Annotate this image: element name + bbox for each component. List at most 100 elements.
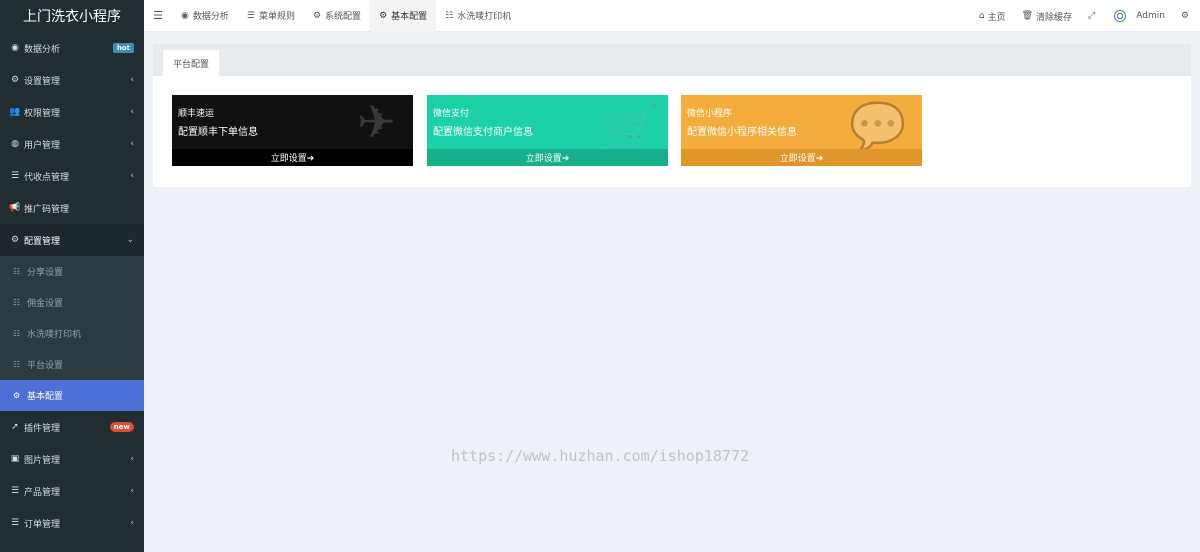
setup-now-button[interactable]: 立即设置➔ bbox=[681, 149, 922, 166]
sidebar-item-promo-codes[interactable]: 📢 推广码管理 bbox=[0, 192, 144, 224]
image-icon: ▣ bbox=[10, 454, 20, 464]
sidebar-item-label: 数据分析 bbox=[24, 44, 61, 55]
sidebar-item-label: 平台设置 bbox=[27, 361, 64, 371]
sidebar-item-label: 用户管理 bbox=[24, 140, 61, 151]
card-title: 微信小程序 bbox=[687, 109, 733, 119]
wechat-icon: 💬 bbox=[849, 99, 907, 153]
user-menu[interactable]: Admin bbox=[1106, 0, 1173, 32]
user-name: Admin bbox=[1136, 11, 1165, 21]
list-alt-icon: ☷ bbox=[445, 10, 454, 21]
tab-system-config[interactable]: ⚙ 系统配置 bbox=[304, 0, 370, 32]
chevron-down-icon: ⌄ bbox=[126, 235, 134, 245]
tab-data-analysis[interactable]: ◉ 数据分析 bbox=[172, 0, 238, 32]
cogs-icon: ⚙ bbox=[1180, 11, 1189, 21]
gear-icon: ⚙ bbox=[13, 391, 21, 400]
sf-express-card[interactable]: ✈ 顺丰速运 配置顺丰下单信息 立即设置➔ bbox=[172, 95, 413, 166]
menu-toggle-icon[interactable]: ☰ bbox=[144, 0, 172, 32]
tab-label: 水洗唛打印机 bbox=[457, 12, 512, 22]
sidebar-item-label: 基本配置 bbox=[27, 392, 64, 402]
sidebar-subitem-label-printer[interactable]: ☷ 水洗唛打印机 bbox=[0, 318, 144, 349]
wechat-mini-program-card[interactable]: 💬 微信小程序 配置微信小程序相关信息 立即设置➔ bbox=[681, 95, 922, 166]
sidebar-item-label: 设置管理 bbox=[24, 76, 61, 87]
setup-now-button[interactable]: 立即设置➔ bbox=[172, 149, 413, 166]
list-alt-icon: ☷ bbox=[13, 267, 21, 276]
brand-title[interactable]: 上门洗衣小程序 bbox=[0, 0, 144, 32]
settings-button[interactable]: ⚙ bbox=[1173, 0, 1200, 32]
gear-icon: ⚙ bbox=[379, 10, 388, 21]
sidebar-item-label: 代收点管理 bbox=[24, 172, 70, 183]
sidebar-menu: ◉ 数据分析 hot ⚙ 设置管理 ‹ 👥 权限管理 ‹ ◍ 用户管理 ‹ ☰ … bbox=[0, 32, 144, 539]
sidebar-item-orders[interactable]: ☰ 订单管理 ‹ bbox=[0, 507, 144, 539]
sidebar-item-label: 水洗唛打印机 bbox=[27, 330, 82, 340]
hot-badge: hot bbox=[112, 43, 134, 53]
users-icon: 👥 bbox=[9, 107, 21, 117]
home-link[interactable]: ⌂ 主页 bbox=[971, 0, 1014, 32]
list-alt-icon: ☷ bbox=[13, 329, 21, 338]
top-navbar: ☰ ◉ 数据分析 ☰ 菜单规则 ⚙ 系统配置 ⚙ 基本配置 ☷ 水洗唛打印机 ⌂… bbox=[144, 0, 1200, 32]
sidebar-subitem-basic-config[interactable]: ⚙ 基本配置 bbox=[0, 380, 144, 411]
tab-label: 菜单规则 bbox=[258, 12, 295, 22]
list-icon: ☰ bbox=[10, 518, 20, 528]
wechat-pay-card[interactable]: 🛒 微信支付 配置微信支付商户信息 立即设置➔ bbox=[427, 95, 668, 166]
dashboard-icon: ◉ bbox=[181, 10, 189, 21]
sidebar-item-plugins[interactable]: ➚ 插件管理 new bbox=[0, 411, 144, 443]
sidebar-subitem-share-settings[interactable]: ☷ 分享设置 bbox=[0, 256, 144, 287]
sidebar-subitem-commission-settings[interactable]: ☷ 佣金设置 bbox=[0, 287, 144, 318]
chevron-left-icon: ‹ bbox=[130, 107, 134, 117]
new-badge: new bbox=[109, 422, 134, 432]
sidebar-item-collection-points[interactable]: ☰ 代收点管理 ‹ bbox=[0, 160, 144, 192]
rocket-icon: ➚ bbox=[11, 422, 19, 432]
sidebar-item-label: 图片管理 bbox=[24, 455, 61, 466]
config-submenu: ☷ 分享设置 ☷ 佣金设置 ☷ 水洗唛打印机 ☷ 平台设置 ⚙ 基本配置 bbox=[0, 256, 144, 411]
chevron-left-icon: ‹ bbox=[130, 75, 134, 85]
card-title: 微信支付 bbox=[433, 109, 470, 119]
trash-icon: 🗑 bbox=[1021, 11, 1034, 21]
main-content: 平台配置 ✈ 顺丰速运 配置顺丰下单信息 立即设置➔ 🛒 微信支付 配置微信支付… bbox=[144, 32, 1200, 552]
bars-icon: ☰ bbox=[246, 10, 255, 21]
sidebar-item-label: 产品管理 bbox=[24, 487, 61, 498]
navbar-right-actions: ⌂ 主页 🗑 清除缓存 ⤢ Admin ⚙ bbox=[971, 0, 1200, 32]
avatar bbox=[1114, 10, 1127, 22]
sidebar-item-label: 推广码管理 bbox=[24, 204, 70, 215]
tab-label: 数据分析 bbox=[192, 12, 229, 22]
cogs-icon: ⚙ bbox=[10, 75, 20, 85]
card-description: 配置微信小程序相关信息 bbox=[687, 127, 797, 138]
tab-platform-config[interactable]: 平台配置 bbox=[163, 50, 220, 76]
tab-label-printer[interactable]: ☷ 水洗唛打印机 bbox=[436, 0, 520, 32]
home-label: 主页 bbox=[987, 12, 1006, 23]
user-circle-icon: ◍ bbox=[11, 139, 19, 149]
sidebar-item-images[interactable]: ▣ 图片管理 ‹ bbox=[0, 443, 144, 475]
gear-icon: ⚙ bbox=[10, 235, 20, 245]
tab-label: 基本配置 bbox=[391, 12, 428, 22]
setup-now-button[interactable]: 立即设置➔ bbox=[427, 149, 668, 166]
card-description: 配置微信支付商户信息 bbox=[433, 127, 533, 138]
home-icon: ⌂ bbox=[978, 11, 985, 21]
sidebar-item-label: 佣金设置 bbox=[27, 299, 64, 309]
sidebar-item-users[interactable]: ◍ 用户管理 ‹ bbox=[0, 128, 144, 160]
chevron-left-icon: ‹ bbox=[130, 454, 134, 464]
sidebar-item-label: 插件管理 bbox=[24, 423, 61, 434]
card-description: 配置顺丰下单信息 bbox=[178, 127, 258, 138]
fullscreen-button[interactable]: ⤢ bbox=[1080, 0, 1106, 32]
dashboard-icon: ◉ bbox=[11, 43, 19, 53]
sidebar-subitem-platform-settings[interactable]: ☷ 平台设置 bbox=[0, 349, 144, 380]
panel-header: 平台配置 bbox=[153, 44, 1191, 76]
tab-basic-config[interactable]: ⚙ 基本配置 bbox=[370, 0, 437, 32]
clear-cache-button[interactable]: 🗑 清除缓存 bbox=[1014, 0, 1080, 32]
sidebar-item-permissions[interactable]: 👥 权限管理 ‹ bbox=[0, 96, 144, 128]
list-alt-icon: ☷ bbox=[13, 360, 21, 369]
sidebar-item-settings[interactable]: ⚙ 设置管理 ‹ bbox=[0, 64, 144, 96]
config-panel: 平台配置 ✈ 顺丰速运 配置顺丰下单信息 立即设置➔ 🛒 微信支付 配置微信支付… bbox=[153, 44, 1191, 187]
sidebar-item-products[interactable]: ☰ 产品管理 ‹ bbox=[0, 475, 144, 507]
chevron-left-icon: ‹ bbox=[130, 139, 134, 149]
tab-label: 系统配置 bbox=[325, 12, 362, 22]
list-icon: ☰ bbox=[10, 486, 20, 496]
sidebar-item-config[interactable]: ⚙ 配置管理 ⌄ bbox=[0, 224, 144, 256]
sidebar-item-label: 权限管理 bbox=[24, 108, 61, 119]
watermark-text: https://www.huzhan.com/ishop18772 bbox=[451, 447, 750, 465]
sidebar-item-label: 订单管理 bbox=[24, 519, 61, 530]
chevron-left-icon: ‹ bbox=[130, 171, 134, 181]
card-title: 顺丰速运 bbox=[178, 109, 215, 119]
tab-menu-rules[interactable]: ☰ 菜单规则 bbox=[238, 0, 304, 32]
sidebar-item-data-analysis[interactable]: ◉ 数据分析 hot bbox=[0, 32, 144, 64]
